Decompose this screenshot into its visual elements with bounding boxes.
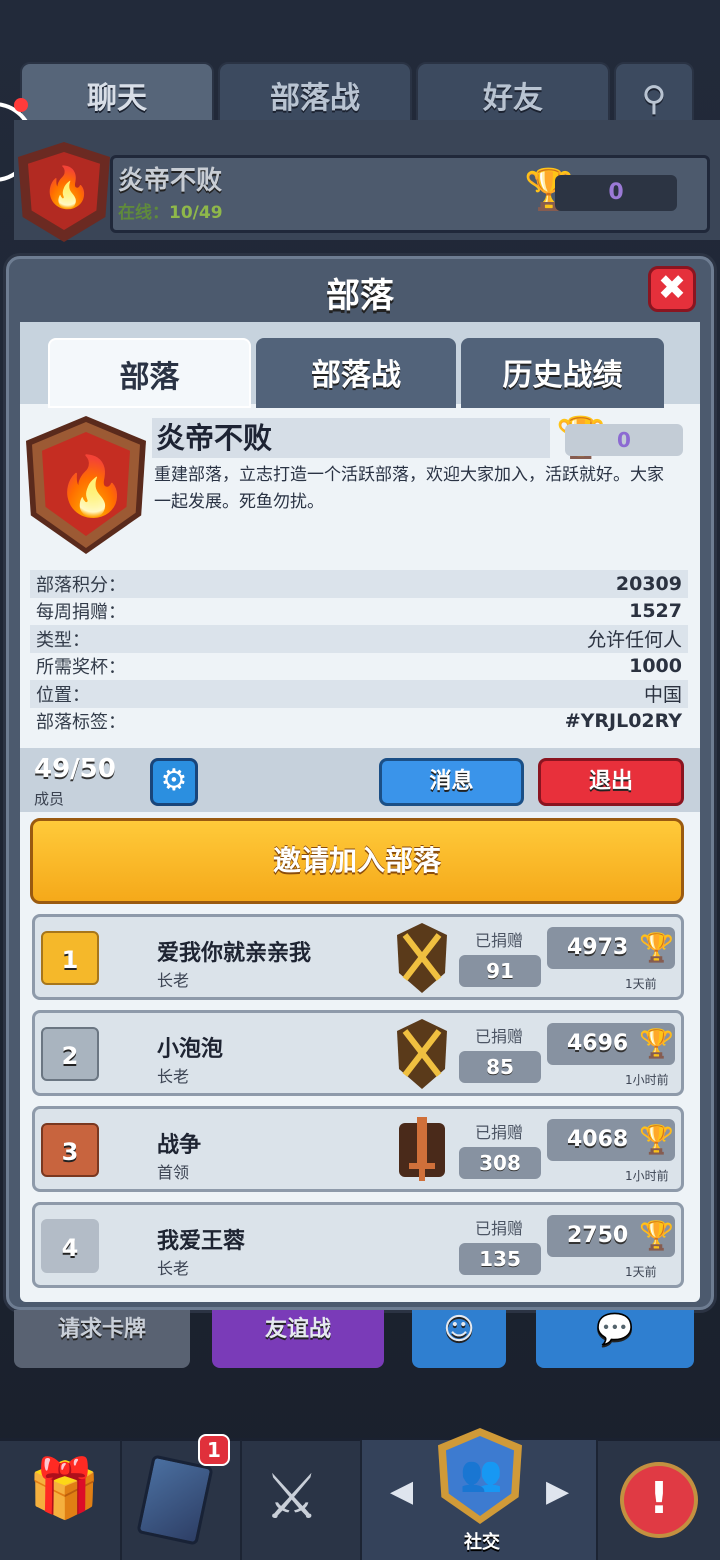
- donated-value: 308: [459, 1147, 541, 1179]
- flame-icon: 🔥: [42, 165, 92, 211]
- member-name: 小泡泡: [157, 1037, 224, 1062]
- leave-button[interactable]: 退出: [538, 758, 684, 806]
- cards-notification-badge: 1: [198, 1434, 230, 1466]
- trophy-icon: 🏆: [639, 1219, 674, 1252]
- donated-label: 已捐赠: [475, 1027, 524, 1046]
- tab-clan-war-inner[interactable]: 部落战: [256, 338, 456, 408]
- people-icon: 👥: [460, 1454, 503, 1494]
- member-row[interactable]: 1 爱我你就亲亲我 长老 已捐赠 91 4973 🏆 1天前: [32, 914, 684, 1000]
- friendly-battle-button[interactable]: 友谊战: [212, 1310, 384, 1368]
- rank-badge: 1: [41, 931, 99, 985]
- request-cards-button[interactable]: 请求卡牌: [14, 1310, 190, 1368]
- screen: 聊天 部落战 好友 ⚲ 🔥 炎帝不败 在线：10/49 🏆 0 部落 ✖ 部落 …: [0, 0, 720, 1560]
- stat-row-score: 部落积分： 20309: [30, 570, 688, 598]
- stat-row-location: 位置： 中国: [30, 680, 688, 708]
- member-role: 长老: [157, 971, 190, 990]
- calendar-event-icon: !: [620, 1462, 698, 1538]
- clan-name: 炎帝不败: [152, 418, 550, 458]
- trophy-icon: 🏆: [639, 1123, 674, 1156]
- member-row[interactable]: 2 小泡泡 长老 已捐赠 85 4696 🏆 1小时前: [32, 1010, 684, 1096]
- elder-swords-icon: [397, 1019, 447, 1089]
- clan-stats: 部落积分： 20309 每周捐赠： 1527 类型： 允许任何人 所需奖杯： 1000 …: [30, 570, 688, 735]
- member-role: 长老: [157, 1067, 190, 1086]
- nav-battle[interactable]: ⚔: [242, 1440, 362, 1560]
- donated-label: 已捐赠: [475, 1219, 524, 1238]
- rank-badge: 3: [41, 1123, 99, 1177]
- clan-description: 重建部落，立志打造一个活跃部落，欢迎大家加入，活跃就好。大家一起发展。死鱼勿扰。: [154, 465, 664, 512]
- tab-clan-info[interactable]: 部落: [48, 338, 251, 408]
- stat-label: 部落积分：: [36, 574, 126, 596]
- nav-cards[interactable]: 1: [122, 1434, 242, 1560]
- stat-label: 类型：: [36, 629, 90, 651]
- clan-trophies: 0: [565, 424, 683, 456]
- stat-value: 允许任何人: [586, 629, 682, 652]
- last-seen: 1小时前: [625, 1169, 669, 1183]
- member-name: 我爱王蓉: [157, 1229, 246, 1254]
- settings-gear-icon[interactable]: ⚙: [150, 758, 198, 806]
- clan-header-name: 炎帝不败: [118, 166, 223, 196]
- donated-label: 已捐赠: [475, 931, 524, 950]
- online-value: 10/49: [169, 203, 223, 223]
- nav-social-label: 社交: [464, 1532, 500, 1553]
- member-row[interactable]: 4 我爱王蓉 长老 已捐赠 135 2750 🏆 1天前: [32, 1202, 684, 1288]
- stat-row-type: 类型： 允许任何人: [30, 625, 688, 653]
- donated-value: 135: [459, 1243, 541, 1275]
- rank-badge: 4: [41, 1219, 99, 1273]
- trophy-icon: 🏆: [639, 931, 674, 964]
- member-role: 长老: [157, 1259, 190, 1278]
- nav-shop[interactable]: 🎁: [0, 1440, 122, 1560]
- crossed-swords-icon: ⚔: [264, 1460, 320, 1533]
- clan-header-trophies: 0: [555, 175, 677, 211]
- leader-sword-icon: [399, 1117, 445, 1181]
- treasure-chest-icon: 🎁: [28, 1454, 101, 1522]
- invite-button[interactable]: 邀请加入部落: [30, 818, 684, 904]
- stat-row-tag: 部落标签： #YRJL02RY: [30, 708, 688, 736]
- online-label: 在线：: [118, 203, 169, 223]
- flame-large-icon: 🔥: [56, 452, 129, 520]
- stat-row-weekly-donations: 每周捐赠： 1527: [30, 598, 688, 626]
- stat-value: 20309: [615, 572, 682, 595]
- stat-value: 1000: [629, 655, 682, 678]
- tab-history[interactable]: 历史战绩: [461, 338, 664, 408]
- donated-value: 91: [459, 955, 541, 987]
- stat-value: #YRJL02RY: [564, 710, 682, 733]
- last-seen: 1天前: [625, 1265, 657, 1279]
- modal-title: 部落: [326, 276, 394, 316]
- notification-dot-icon: [14, 98, 28, 112]
- close-button[interactable]: ✖: [648, 266, 696, 312]
- last-seen: 1小时前: [625, 1073, 669, 1087]
- stat-label: 所需奖杯：: [36, 657, 126, 679]
- clan-header-online: 在线：10/49: [118, 198, 223, 223]
- elder-swords-icon: [397, 923, 447, 993]
- stat-value: 中国: [643, 684, 682, 707]
- donated-value: 85: [459, 1051, 541, 1083]
- nav-left-arrow-icon[interactable]: ◀: [390, 1474, 413, 1509]
- stat-label: 部落标签：: [36, 712, 126, 734]
- chat-bubble-icon[interactable]: 💬: [536, 1310, 694, 1368]
- stat-label: 位置：: [36, 684, 90, 706]
- member-count: 49/50: [34, 754, 116, 784]
- nav-right-arrow-icon[interactable]: ▶: [546, 1474, 569, 1509]
- member-label: 成员: [34, 790, 65, 808]
- member-row[interactable]: 3 战争 首领 已捐赠 308 4068 🏆 1小时前: [32, 1106, 684, 1192]
- member-role: 首领: [157, 1163, 190, 1182]
- donated-label: 已捐赠: [475, 1123, 524, 1142]
- member-name: 战争: [157, 1133, 202, 1158]
- trophy-icon: 🏆: [639, 1027, 674, 1060]
- stat-value: 1527: [629, 600, 682, 623]
- emote-icon[interactable]: ☺: [412, 1310, 506, 1368]
- rank-badge: 2: [41, 1027, 99, 1081]
- message-button[interactable]: 消息: [379, 758, 524, 806]
- stat-label: 每周捐赠：: [36, 602, 126, 624]
- cards-icon: [136, 1454, 214, 1546]
- stat-row-required-trophies: 所需奖杯： 1000: [30, 653, 688, 681]
- member-name: 爱我你就亲亲我: [157, 941, 312, 966]
- nav-events[interactable]: !: [598, 1440, 720, 1560]
- last-seen: 1天前: [625, 977, 657, 991]
